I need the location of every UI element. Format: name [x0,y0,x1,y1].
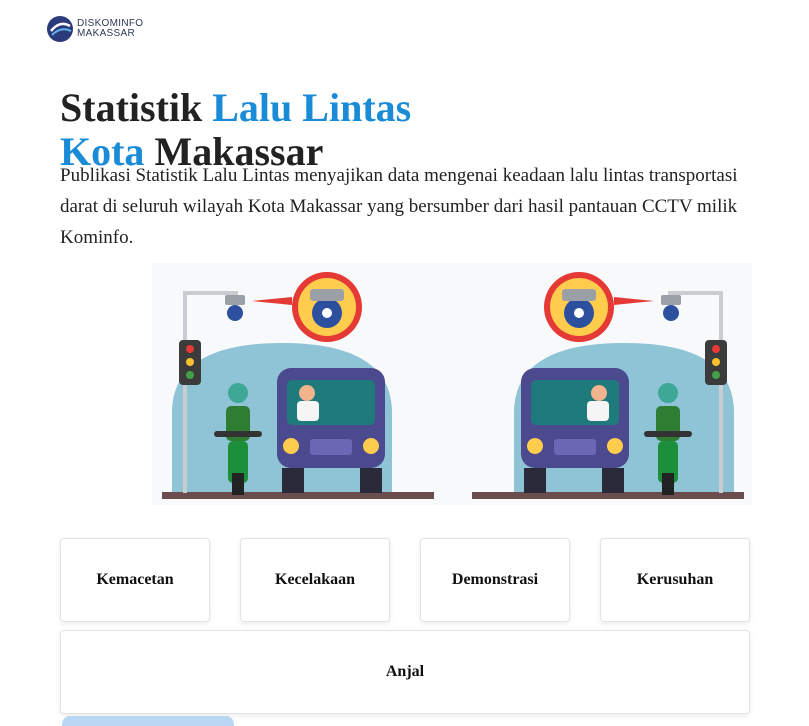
brand-logo[interactable]: DISKOMINFO MAKASSAR [45,14,143,44]
category-card-kecelakaan[interactable]: Kecelakaan [240,538,390,622]
category-card-kemacetan[interactable]: Kemacetan [60,538,210,622]
next-section-button-peek[interactable] [62,716,234,726]
category-card-kerusuhan[interactable]: Kerusuhan [600,538,750,622]
title-part2: Lalu Lintas [212,85,412,130]
category-card-demonstrasi[interactable]: Demonstrasi [420,538,570,622]
category-card-anjal[interactable]: Anjal [60,630,750,714]
traffic-cctv-illustration [152,263,752,505]
page-description: Publikasi Statistik Lalu Lintas menyajik… [60,165,738,248]
brand-line2: MAKASSAR [77,28,135,39]
brand-text: DISKOMINFO MAKASSAR [77,19,143,39]
diskominfo-logo-icon [47,16,73,42]
title-part1: Statistik [60,85,213,130]
